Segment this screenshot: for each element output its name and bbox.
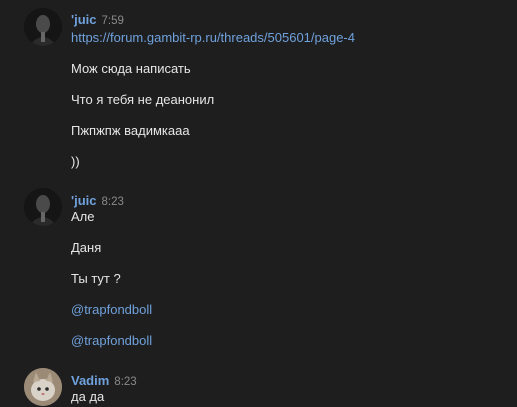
user-avatar-image: [24, 368, 62, 406]
user-avatar[interactable]: [24, 368, 62, 406]
message-text: да да: [71, 389, 105, 404]
message-timestamp: 7:59: [101, 15, 124, 27]
message-header: Vadim 8:23: [71, 372, 137, 388]
message-timestamp: 8:23: [114, 376, 137, 388]
message-text: Але: [71, 209, 95, 224]
message-text: )): [71, 154, 80, 169]
user-mention[interactable]: @trapfondboll: [71, 333, 152, 349]
author-name[interactable]: 'juic: [71, 193, 97, 208]
message-text: Даня: [71, 240, 102, 255]
message-text: Что я тебя не деанонил: [71, 92, 215, 107]
user-avatar[interactable]: [24, 188, 62, 226]
message-timestamp: 8:23: [101, 196, 124, 208]
message-link[interactable]: https://forum.gambit-rp.ru/threads/50560…: [71, 30, 355, 46]
message-text: Пжпжпж вадимкааа: [71, 123, 190, 138]
user-avatar-image: [24, 8, 62, 46]
message-header: 'juic 8:23: [71, 192, 124, 208]
user-avatar-image: [24, 188, 62, 226]
user-avatar[interactable]: [24, 8, 62, 46]
message-text: Ты тут ?: [71, 271, 121, 286]
user-mention[interactable]: @trapfondboll: [71, 302, 152, 318]
author-name[interactable]: 'juic: [71, 12, 97, 27]
author-name[interactable]: Vadim: [71, 373, 109, 388]
message-header: 'juic 7:59: [71, 11, 124, 27]
message-text: Мож сюда написать: [71, 61, 191, 76]
